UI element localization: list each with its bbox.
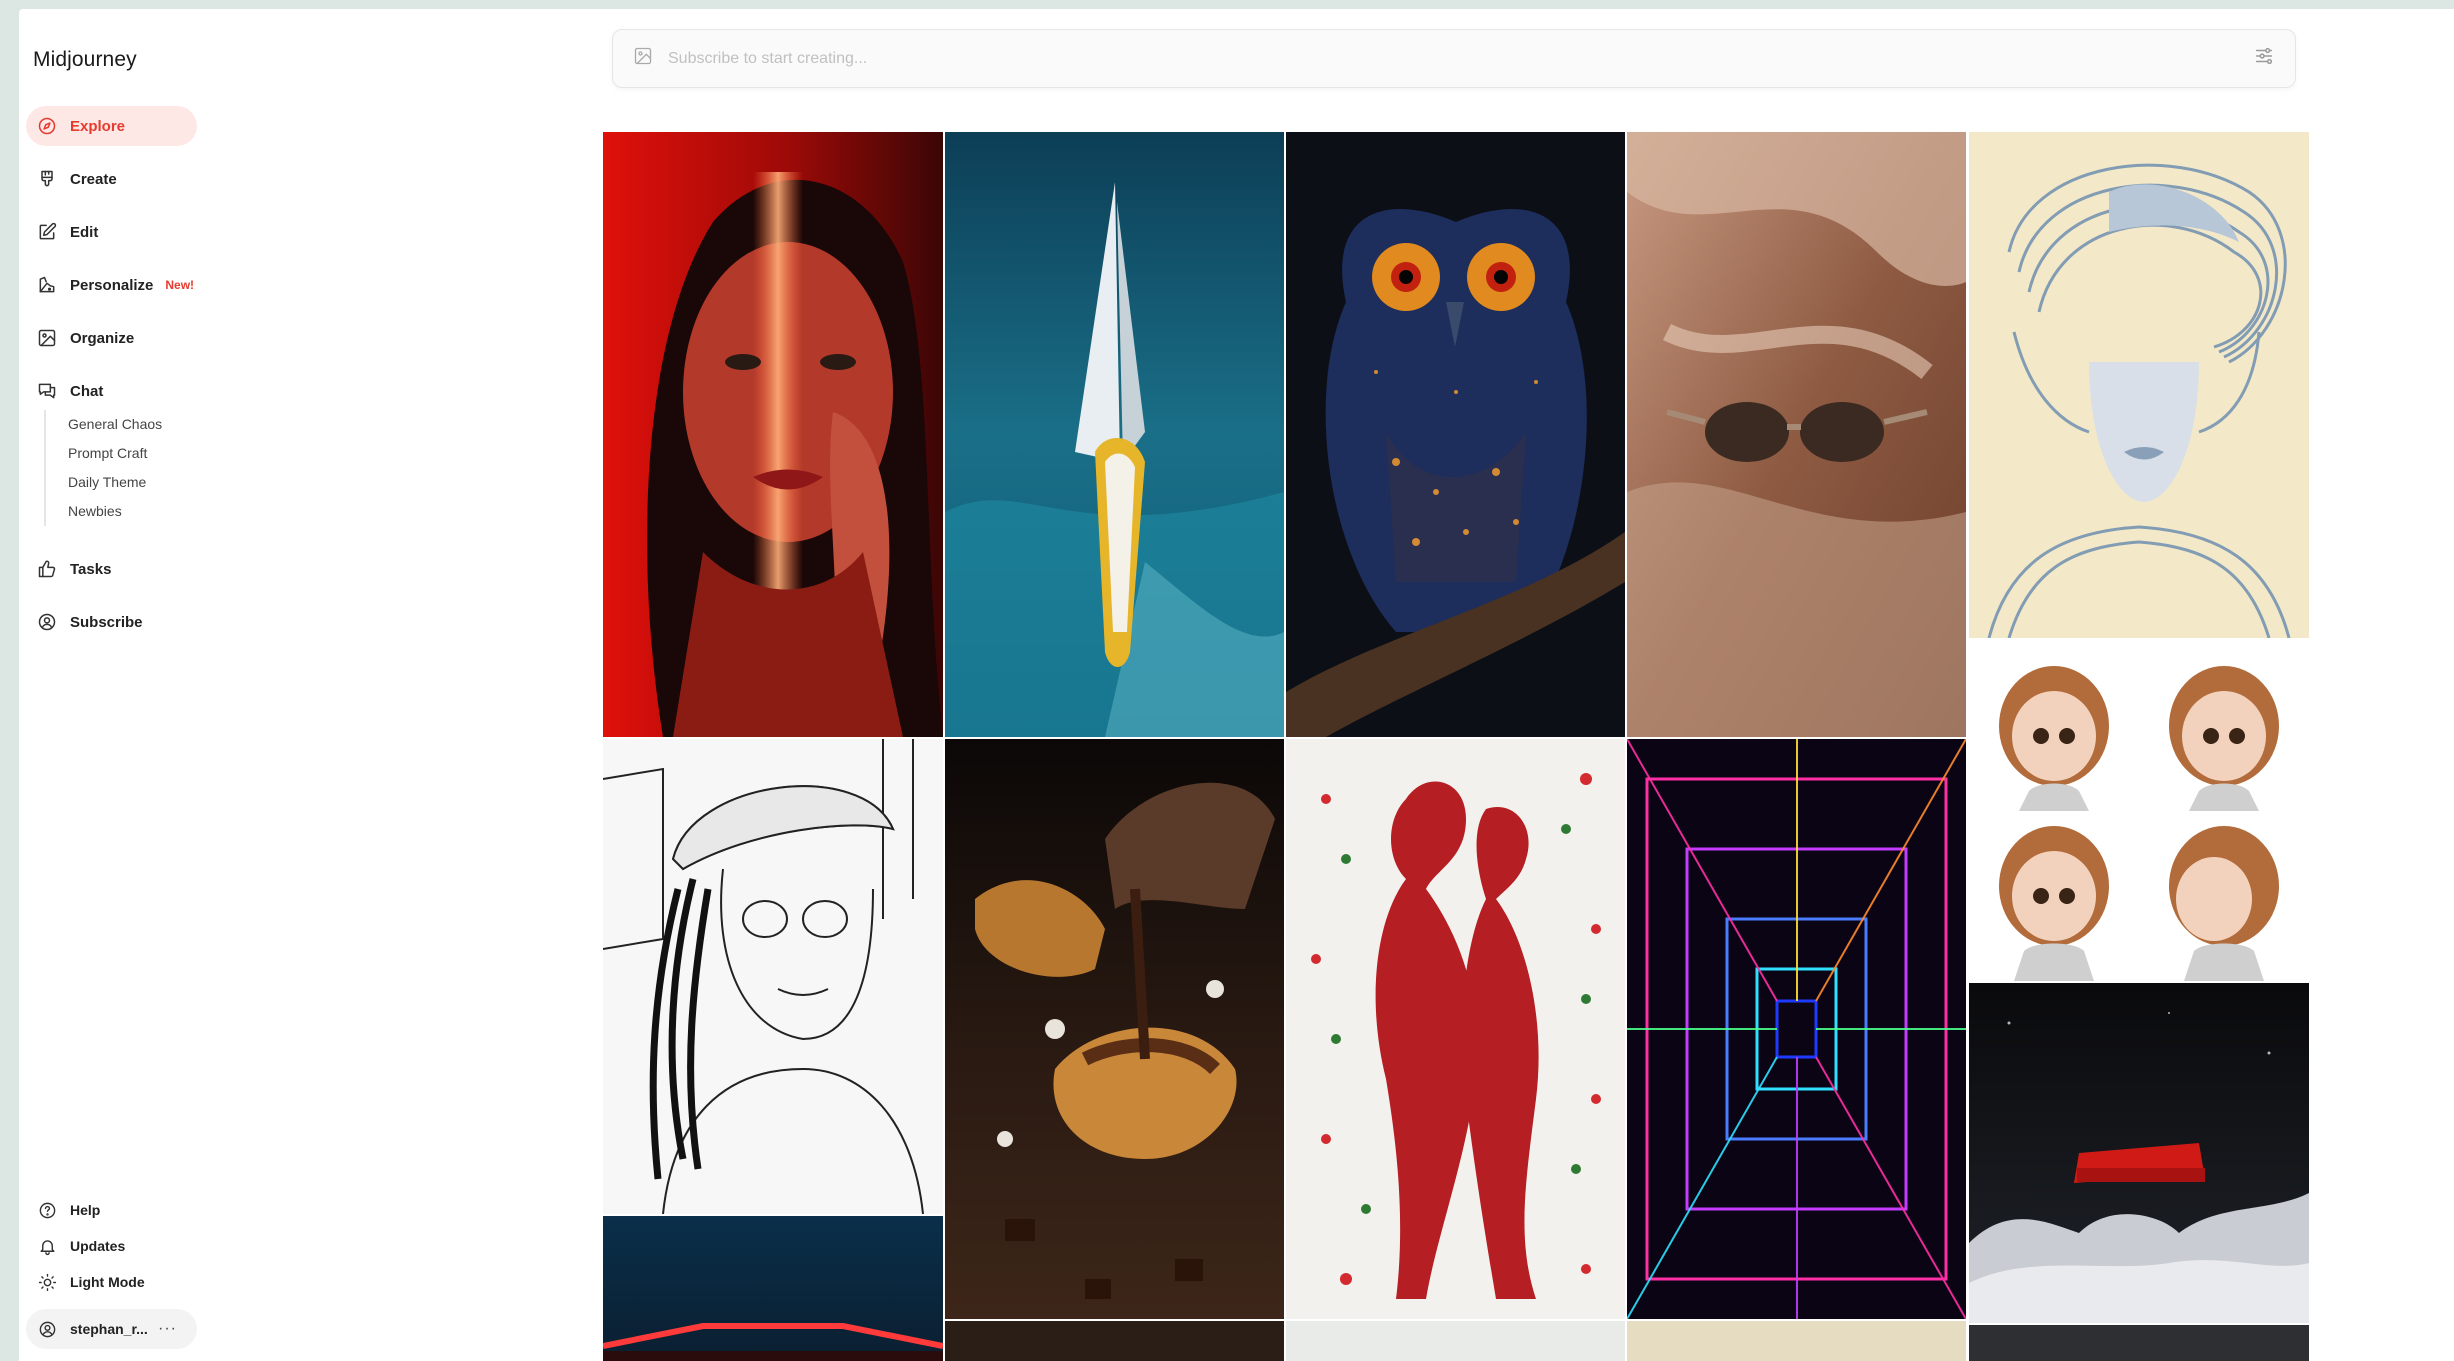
gallery-image-sketch-girl-cap[interactable] [603,739,943,1214]
palette-icon [36,274,58,296]
chat-channel-newbies[interactable]: Newbies [46,497,194,526]
prompt-input[interactable] [668,49,2253,68]
sidebar-item-label: Help [70,1202,101,1218]
chat-channel-list: General Chaos Prompt Craft Daily Theme N… [44,410,194,526]
gallery-image-partial[interactable] [1286,1321,1625,1361]
sidebar-item-organize[interactable]: Organize [26,318,197,358]
help-icon [36,1199,58,1221]
sidebar-item-subscribe[interactable]: Subscribe [26,602,197,642]
gallery-image-portrait-red-light[interactable] [603,132,943,737]
username: stephan_r... [70,1321,148,1337]
settings-sliders-icon[interactable] [2253,45,2275,72]
chat-channel-daily-theme[interactable]: Daily Theme [46,468,194,497]
user-account[interactable]: stephan_r... ··· [26,1309,197,1349]
gallery-image-rose-couple[interactable] [1286,739,1625,1319]
gallery-image-owl-starry[interactable] [1286,132,1625,737]
sun-icon [36,1271,58,1293]
image-icon [36,327,58,349]
sidebar-item-updates[interactable]: Updates [26,1229,197,1263]
bell-icon [36,1235,58,1257]
search-bar [612,29,2296,88]
explore-gallery [603,132,2309,1361]
sidebar-item-personalize[interactable]: Personalize New! [26,265,197,305]
sidebar-item-label: Updates [70,1238,126,1254]
gallery-image-cartoon-girl-faces[interactable] [1969,641,2309,981]
gallery-image-sunglasses-clay[interactable] [1627,132,1966,737]
app-logo[interactable]: Midjourney [33,48,137,72]
user-circle-icon [36,1318,58,1340]
sidebar-item-label: Chat [70,382,104,400]
sidebar-item-light-mode[interactable]: Light Mode [26,1265,197,1299]
sidebar-item-label: Create [70,170,117,188]
gallery-image-partial[interactable] [1969,1325,2309,1361]
chat-icon [36,380,58,402]
compass-icon [36,115,58,137]
sidebar-item-create[interactable]: Create [26,159,197,199]
user-circle-icon [36,611,58,633]
gallery-image-red-sofa-clouds[interactable] [1969,983,2309,1323]
edit-icon [36,221,58,243]
sidebar-item-help[interactable]: Help [26,1193,197,1227]
gallery-image-neon-tunnel[interactable] [1627,739,1966,1319]
gallery-image-chocolate-croissant[interactable] [945,739,1284,1319]
thumbs-up-icon [36,558,58,580]
sidebar-item-label: Explore [70,117,126,135]
gallery-image-partial[interactable] [945,1321,1284,1361]
chat-channel-general-chaos[interactable]: General Chaos [46,410,194,439]
chat-channel-prompt-craft[interactable]: Prompt Craft [46,439,194,468]
sidebar-item-chat[interactable]: Chat [26,371,197,411]
sidebar-item-label: Personalize [70,276,154,294]
gallery-image-partial[interactable] [1627,1321,1966,1361]
gallery-image-sailboat-ocean[interactable] [945,132,1284,737]
sidebar-item-label: Organize [70,329,135,347]
sidebar-item-tasks[interactable]: Tasks [26,549,197,589]
image-icon[interactable] [633,46,653,71]
sidebar-item-label: Light Mode [70,1274,145,1290]
gallery-image-line-art-woman[interactable] [1969,132,2309,638]
brush-icon [36,168,58,190]
gallery-image-neon-sign-night[interactable] [603,1216,943,1361]
sidebar-item-label: Tasks [70,560,112,578]
app-window: Midjourney Explore Create Edit Personali… [19,9,2454,1361]
new-badge: New! [165,278,195,292]
more-options-icon[interactable]: ··· [158,1320,177,1338]
sidebar: Midjourney Explore Create Edit Personali… [19,9,209,1361]
sidebar-item-label: Subscribe [70,613,143,631]
sidebar-item-edit[interactable]: Edit [26,212,197,252]
sidebar-item-explore[interactable]: Explore [26,106,197,146]
sidebar-item-label: Edit [70,223,99,241]
